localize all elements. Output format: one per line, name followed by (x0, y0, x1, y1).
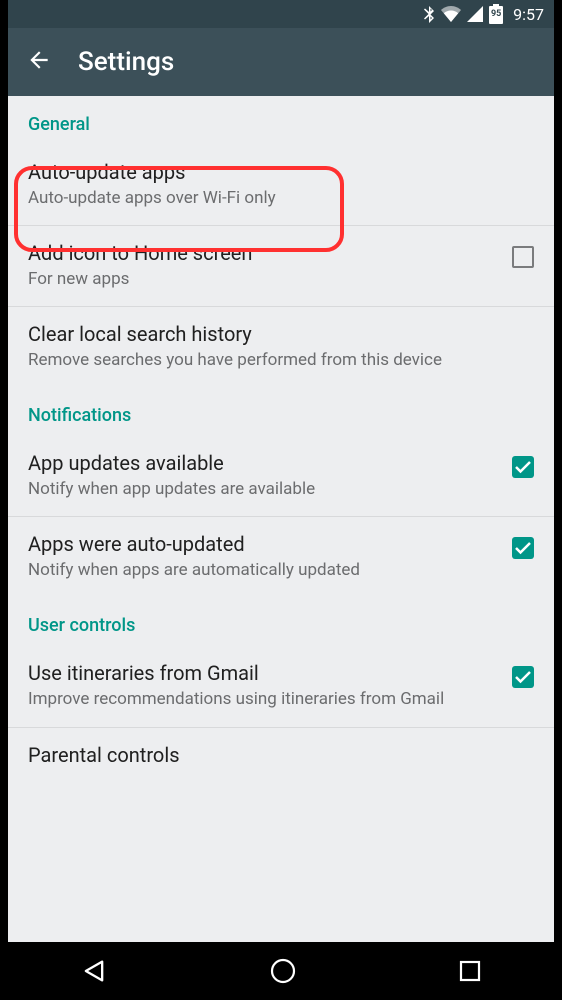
setting-apps-auto-updated[interactable]: Apps were auto-updated Notify when apps … (8, 517, 554, 597)
setting-title: Add icon to Home screen (28, 240, 496, 266)
checkbox-checked[interactable] (512, 537, 534, 559)
checkbox-unchecked[interactable] (512, 246, 534, 268)
setting-parental-controls[interactable]: Parental controls (8, 728, 554, 774)
status-bar: 95 9:57 (8, 0, 554, 28)
checkbox-checked[interactable] (512, 456, 534, 478)
setting-app-updates-available[interactable]: App updates available Notify when app up… (8, 436, 554, 517)
settings-list: General Auto-update apps Auto-update app… (8, 96, 554, 942)
setting-title: Apps were auto-updated (28, 531, 496, 557)
setting-title: Parental controls (28, 742, 534, 768)
setting-subtitle: For new apps (28, 268, 496, 290)
setting-subtitle: Remove searches you have performed from … (28, 349, 534, 371)
clock: 9:57 (513, 5, 544, 24)
page-title: Settings (78, 47, 174, 77)
back-icon[interactable] (26, 47, 52, 77)
setting-title: Use itineraries from Gmail (28, 660, 496, 686)
setting-subtitle: Notify when app updates are available (28, 478, 496, 500)
setting-title: Clear local search history (28, 321, 534, 347)
wifi-icon (441, 6, 461, 22)
signal-icon (467, 6, 483, 22)
setting-title: Auto-update apps (28, 159, 534, 185)
setting-subtitle: Auto-update apps over Wi-Fi only (28, 187, 534, 209)
setting-title: App updates available (28, 450, 496, 476)
setting-subtitle: Notify when apps are automatically updat… (28, 559, 496, 581)
setting-auto-update-apps[interactable]: Auto-update apps Auto-update apps over W… (8, 145, 554, 226)
nav-home-icon[interactable] (269, 957, 297, 985)
setting-clear-search-history[interactable]: Clear local search history Remove search… (8, 307, 554, 387)
setting-add-icon-home[interactable]: Add icon to Home screen For new apps (8, 226, 554, 307)
section-header-notifications: Notifications (8, 387, 554, 436)
app-bar: Settings (8, 28, 554, 96)
battery-icon: 95 (489, 4, 503, 24)
nav-back-icon[interactable] (80, 957, 108, 985)
bluetooth-icon (423, 5, 435, 23)
navigation-bar (0, 942, 562, 1000)
section-header-user-controls: User controls (8, 597, 554, 646)
nav-recents-icon[interactable] (458, 959, 482, 983)
setting-itineraries-gmail[interactable]: Use itineraries from Gmail Improve recom… (8, 646, 554, 727)
setting-subtitle: Improve recommendations using itinerarie… (28, 688, 496, 710)
section-header-general: General (8, 96, 554, 145)
checkbox-checked[interactable] (512, 666, 534, 688)
